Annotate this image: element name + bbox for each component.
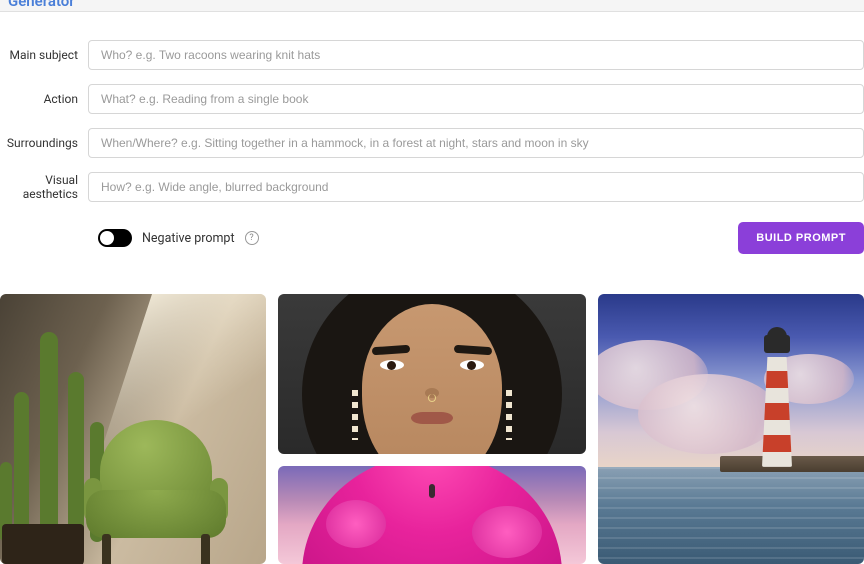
row-main-subject: Main subject (0, 40, 864, 70)
gallery-thumb[interactable] (278, 294, 586, 454)
negative-prompt-label: Negative prompt (142, 231, 235, 246)
input-surroundings[interactable] (88, 128, 864, 158)
label-surroundings: Surroundings (0, 136, 88, 150)
input-visual-aesthetics[interactable] (88, 172, 864, 202)
negative-prompt-toggle[interactable] (98, 229, 132, 247)
input-action[interactable] (88, 84, 864, 114)
row-surroundings: Surroundings (0, 128, 864, 158)
controls-row: Negative prompt ? BUILD PROMPT (0, 216, 864, 260)
app-logo: Generator (8, 0, 75, 10)
input-main-subject[interactable] (88, 40, 864, 70)
example-gallery (0, 274, 864, 564)
negative-prompt-group: Negative prompt ? (98, 229, 259, 247)
label-action: Action (0, 92, 88, 106)
label-main-subject: Main subject (0, 48, 88, 62)
build-prompt-button[interactable]: BUILD PROMPT (738, 222, 864, 254)
help-icon[interactable]: ? (245, 231, 259, 245)
gallery-thumb[interactable] (278, 466, 586, 564)
row-action: Action (0, 84, 864, 114)
top-bar: Generator (0, 0, 864, 12)
gallery-thumb[interactable] (0, 294, 266, 564)
gallery-thumb[interactable] (598, 294, 864, 564)
prompt-form: Main subject Action Surroundings Visual … (0, 12, 864, 274)
row-visual-aesthetics: Visual aesthetics (0, 172, 864, 202)
label-visual-aesthetics: Visual aesthetics (0, 173, 88, 201)
